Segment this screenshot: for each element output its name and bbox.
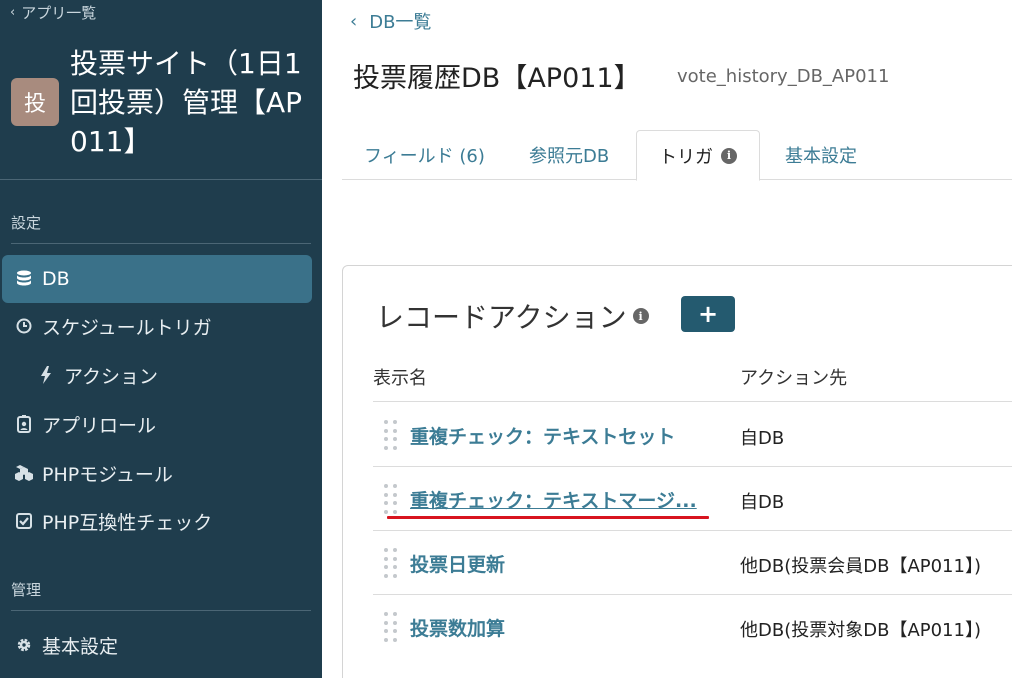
add-record-action-button[interactable]: + xyxy=(681,296,735,332)
cubes-icon xyxy=(14,463,34,483)
app-avatar: 投 xyxy=(11,78,59,126)
action-target: 自DB xyxy=(740,428,785,449)
info-icon: i xyxy=(721,147,737,164)
back-label: アプリ一覧 xyxy=(21,4,97,22)
main-content: ‹ DB一覧 投票履歴DB【AP011】 vote_history_DB_AP0… xyxy=(322,0,1012,678)
action-target: 自DB xyxy=(740,492,785,513)
badge-icon xyxy=(14,414,34,434)
chevron-left-icon: ‹ xyxy=(10,5,16,20)
sidebar-item-action[interactable]: アクション xyxy=(2,351,312,399)
info-icon: i xyxy=(632,308,649,324)
db-identifier: vote_history_DB_AP011 xyxy=(677,66,890,87)
panel-title: レコードアクション i xyxy=(376,296,649,336)
tab-bar: フィールド (6) 参照元DB トリガ i 基本設定 xyxy=(342,130,1012,181)
back-to-apps-link[interactable]: ‹ アプリ一覧 xyxy=(10,2,96,23)
column-header-display-name: 表示名 xyxy=(373,368,427,389)
action-name-link[interactable]: 投票数加算 xyxy=(410,614,505,641)
drag-handle-icon[interactable] xyxy=(384,612,398,644)
breadcrumb-label: DB一覧 xyxy=(369,12,432,33)
action-name-link[interactable]: 重複チェック：テキストセット xyxy=(410,422,675,449)
record-action-panel: レコードアクション i + 表示名 アクション先 重複チェック：テキストセット … xyxy=(342,265,1012,678)
sidebar-item-label: アクション xyxy=(64,365,159,388)
sidebar-item-basic-settings[interactable]: 基本設定 xyxy=(2,621,312,669)
tab-fields[interactable]: フィールド (6) xyxy=(364,130,485,180)
sidebar-item-label: 基本設定 xyxy=(42,635,119,658)
chevron-left-icon: ‹ xyxy=(350,10,358,32)
page-title: 投票履歴DB【AP011】 xyxy=(353,63,641,94)
section-admin-label: 管理 xyxy=(11,581,42,599)
breadcrumb-db-list[interactable]: ‹ DB一覧 xyxy=(350,8,431,34)
sidebar-item-php-module[interactable]: PHPモジュール xyxy=(2,449,312,497)
sidebar-item-schedule-trigger[interactable]: スケジュールトリガ xyxy=(2,302,312,350)
sidebar-item-label: アプリロール xyxy=(42,414,157,437)
sidebar-item-label: PHP互換性チェック xyxy=(42,511,213,534)
tab-label: 基本設定 xyxy=(785,146,857,167)
sidebar-item-label: スケジュールトリガ xyxy=(42,316,212,339)
table-row: 重複チェック：テキストセット 自DB xyxy=(373,402,1012,466)
action-target: 他DB(投票会員DB【AP011】) xyxy=(740,556,981,577)
sidebar-item-app-role[interactable]: アプリロール xyxy=(2,400,312,448)
app-title: 投票サイト（1日1回投票）管理【AP011】 xyxy=(70,47,303,158)
panel-title-text: レコードアクション xyxy=(376,301,627,334)
tab-label: フィールド (6) xyxy=(364,146,485,167)
section-divider xyxy=(11,243,311,244)
action-name-link[interactable]: 重複チェック：テキストマージ... xyxy=(410,486,697,513)
tab-referenced-by-db[interactable]: 参照元DB xyxy=(529,130,609,180)
tab-label: 参照元DB xyxy=(529,146,610,167)
red-annotation-underline xyxy=(387,516,709,519)
sidebar: ‹ アプリ一覧 投 投票サイト（1日1回投票）管理【AP011】 設定 DB ス… xyxy=(0,0,322,678)
section-settings-label: 設定 xyxy=(11,214,42,232)
tab-basic-settings[interactable]: 基本設定 xyxy=(785,130,857,180)
drag-handle-icon[interactable] xyxy=(384,484,398,516)
tab-trigger[interactable]: トリガ i xyxy=(636,130,760,181)
action-target: 他DB(投票対象DB【AP011】) xyxy=(740,620,981,641)
action-name-link[interactable]: 投票日更新 xyxy=(410,550,505,577)
table-row: 投票日更新 他DB(投票会員DB【AP011】) xyxy=(373,530,1012,594)
table-row: 投票数加算 他DB(投票対象DB【AP011】) xyxy=(373,594,1012,658)
drag-handle-icon[interactable] xyxy=(384,548,398,580)
app-header: 投 投票サイト（1日1回投票）管理【AP011】 xyxy=(11,44,311,161)
database-icon xyxy=(14,269,34,289)
tab-label: トリガ xyxy=(659,146,713,168)
clock-icon xyxy=(14,316,34,336)
sidebar-divider xyxy=(0,179,322,180)
sidebar-item-php-compat-check[interactable]: PHP互換性チェック xyxy=(2,497,312,545)
sidebar-item-db[interactable]: DB xyxy=(2,255,312,303)
drag-handle-icon[interactable] xyxy=(384,420,398,452)
check-square-icon xyxy=(14,511,34,531)
column-header-action-target: アクション先 xyxy=(740,368,848,389)
sidebar-item-label: DB xyxy=(42,268,70,290)
bolt-icon xyxy=(36,365,56,385)
section-divider xyxy=(11,610,311,611)
sidebar-item-label: PHPモジュール xyxy=(42,463,173,486)
table-row: 重複チェック：テキストマージ... 自DB xyxy=(373,466,1012,530)
gear-icon xyxy=(14,635,34,655)
